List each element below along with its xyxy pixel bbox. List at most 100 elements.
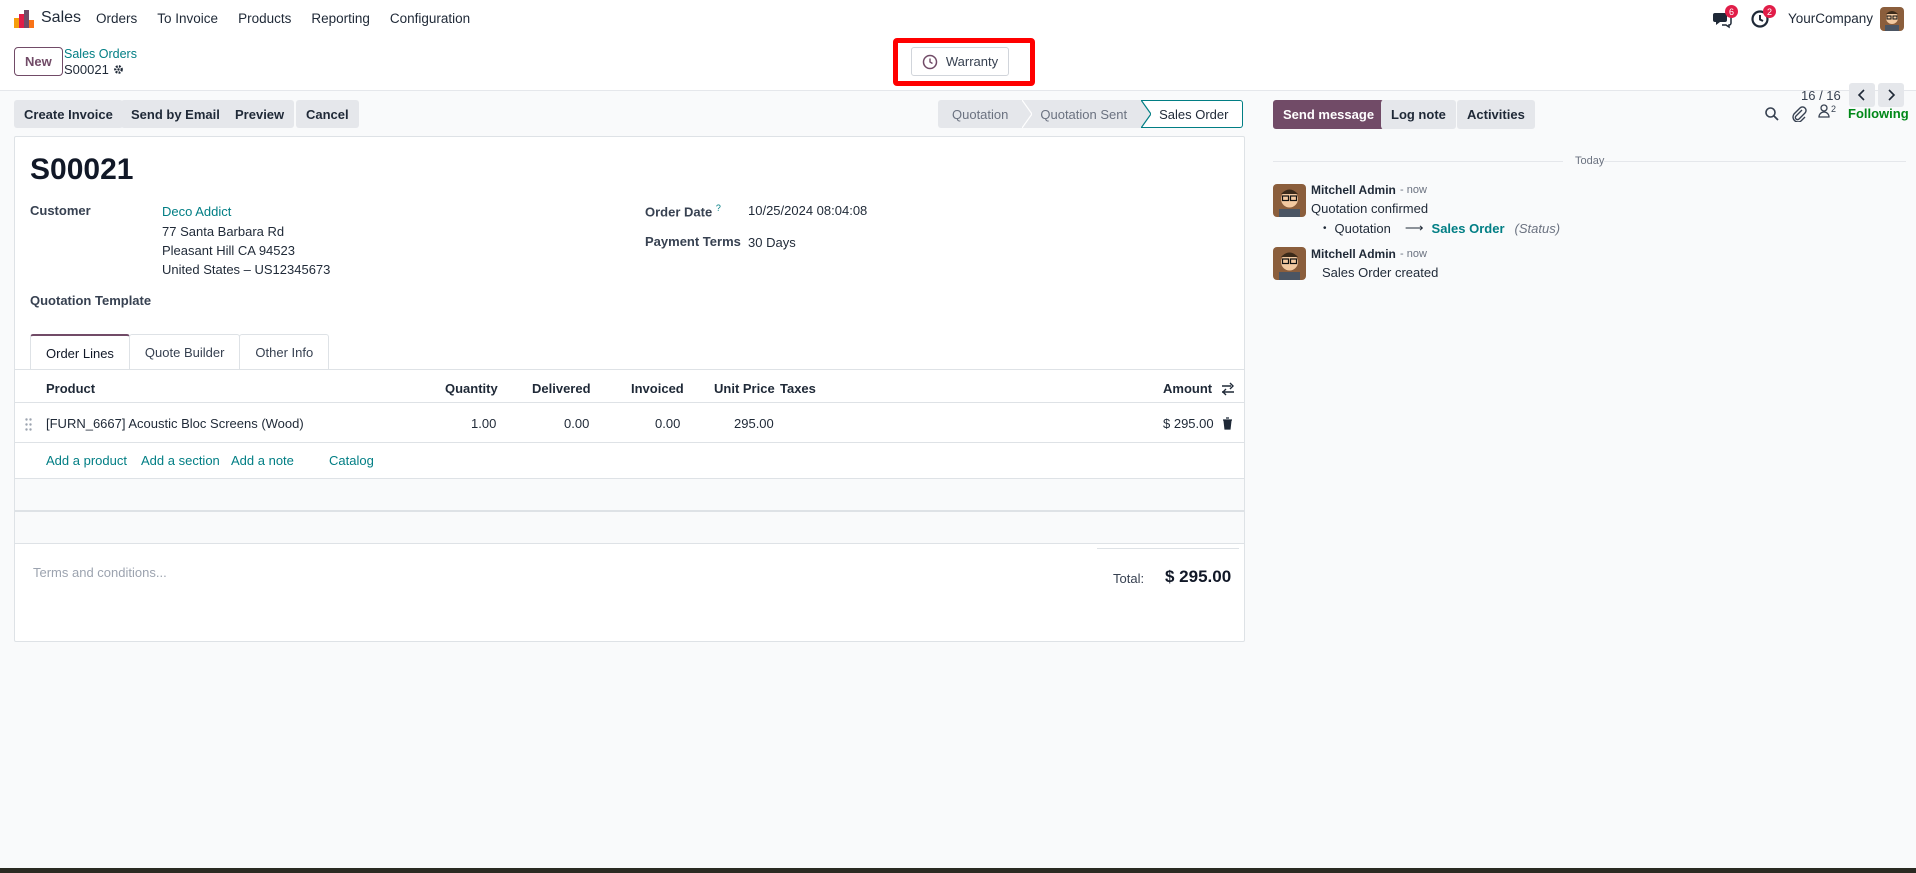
- menu-orders[interactable]: Orders: [96, 11, 137, 26]
- col-invoiced[interactable]: Invoiced: [631, 381, 684, 396]
- activities-badge: 2: [1763, 5, 1776, 18]
- status-quotation-sent-label: Quotation Sent: [1040, 106, 1128, 122]
- payment-terms-field[interactable]: 30 Days: [748, 235, 796, 250]
- log-note-button[interactable]: Log note: [1381, 100, 1456, 129]
- optional-columns-icon[interactable]: [1221, 382, 1235, 396]
- main-menu: Orders To Invoice Products Reporting Con…: [96, 11, 490, 26]
- chevron-left-icon: [1857, 89, 1865, 101]
- message-body: Quotation confirmed: [1311, 201, 1429, 216]
- avatar[interactable]: [1273, 184, 1306, 217]
- total-value: $ 295.00: [1165, 567, 1232, 586]
- order-date-help-icon[interactable]: ?: [716, 203, 721, 213]
- following-button[interactable]: Following: [1848, 106, 1909, 121]
- pager-previous-button[interactable]: [1849, 83, 1875, 107]
- line-product[interactable]: [FURN_6667] Acoustic Bloc Screens (Wood): [46, 416, 304, 431]
- followers-count: 2: [1831, 104, 1837, 114]
- breadcrumb-current: S00021: [64, 62, 124, 77]
- create-invoice-button[interactable]: Create Invoice: [14, 100, 123, 128]
- customer-address-line2: Pleasant Hill CA 94523: [162, 243, 295, 258]
- col-product[interactable]: Product: [46, 381, 95, 396]
- col-unit-price[interactable]: Unit Price: [714, 381, 775, 396]
- empty-row: [15, 478, 1244, 511]
- breadcrumb-sales-orders[interactable]: Sales Orders: [64, 47, 137, 61]
- line-delivered[interactable]: 0.00: [564, 416, 589, 431]
- order-date-label: Order Date ?: [645, 203, 721, 219]
- chevron-right-icon: [1888, 89, 1896, 101]
- menu-products[interactable]: Products: [238, 11, 291, 26]
- col-amount[interactable]: Amount: [1163, 381, 1212, 396]
- customer-address-line1: 77 Santa Barbara Rd: [162, 224, 285, 239]
- empty-row: [15, 511, 1244, 544]
- col-taxes[interactable]: Taxes: [780, 381, 816, 396]
- user-avatar[interactable]: [1880, 7, 1904, 31]
- customer-address-line3: United States – US12345673: [162, 262, 331, 277]
- status-quotation-sent[interactable]: Quotation Sent: [1022, 100, 1152, 128]
- activities-clock-icon[interactable]: 2: [1750, 5, 1776, 29]
- company-switcher[interactable]: YourCompany: [1788, 11, 1873, 26]
- app-name[interactable]: Sales: [41, 9, 81, 27]
- quotation-template-label: Quotation Template: [30, 293, 152, 308]
- tracking-old-value: Quotation: [1334, 220, 1391, 236]
- menu-configuration[interactable]: Configuration: [390, 11, 470, 26]
- trash-icon[interactable]: [1222, 417, 1233, 430]
- line-quantity[interactable]: 1.00: [471, 416, 496, 431]
- message-time: - now: [1400, 248, 1427, 260]
- menu-to-invoice[interactable]: To Invoice: [157, 11, 218, 26]
- tracking-field-name: (Status): [1514, 220, 1561, 236]
- tab-order-lines[interactable]: Order Lines: [30, 334, 130, 370]
- paperclip-icon[interactable]: [1791, 106, 1807, 122]
- activities-button[interactable]: Activities: [1457, 100, 1535, 129]
- top-navbar: Sales Orders To Invoice Products Reporti…: [0, 0, 1916, 37]
- add-section-link[interactable]: Add a section: [141, 453, 220, 468]
- line-invoiced[interactable]: 0.00: [655, 416, 680, 431]
- send-message-button[interactable]: Send message: [1273, 100, 1385, 129]
- menu-reporting[interactable]: Reporting: [311, 11, 370, 26]
- pager-next-button[interactable]: [1878, 83, 1904, 107]
- order-number-title: S00021: [30, 153, 134, 186]
- status-quotation[interactable]: Quotation: [938, 100, 1033, 128]
- add-note-link[interactable]: Add a note: [231, 453, 294, 468]
- terms-and-conditions-input[interactable]: Terms and conditions...: [33, 565, 167, 580]
- message-author[interactable]: Mitchell Admin: [1311, 183, 1396, 197]
- messages-badge: 6: [1725, 5, 1738, 18]
- notebook-tabs: Order Lines Quote Builder Other Info: [30, 334, 330, 370]
- col-quantity[interactable]: Quantity: [445, 381, 498, 396]
- total-label: Total:: [1113, 571, 1145, 586]
- status-sales-order-label: Sales Order: [1159, 106, 1229, 122]
- send-by-email-button[interactable]: Send by Email: [121, 100, 230, 128]
- search-icon[interactable]: [1764, 106, 1780, 122]
- preview-button[interactable]: Preview: [225, 100, 295, 128]
- status-quotation-label: Quotation: [952, 106, 1009, 122]
- line-unit-price[interactable]: 295.00: [734, 416, 774, 431]
- highlight-annotation: [893, 38, 1035, 86]
- cancel-button[interactable]: Cancel: [296, 100, 359, 128]
- customer-link[interactable]: Deco Addict: [162, 204, 231, 219]
- user-icon: [1818, 104, 1830, 118]
- status-bar: Quotation Quotation Sent Sales Order: [938, 100, 1244, 128]
- payment-terms-label: Payment Terms: [645, 234, 741, 249]
- catalog-link[interactable]: Catalog: [329, 453, 374, 468]
- followers-button[interactable]: 2: [1818, 104, 1836, 118]
- status-sales-order[interactable]: Sales Order: [1141, 100, 1244, 128]
- tracking-value: • Quotation ⟶ Sales Order (Status): [1323, 220, 1561, 236]
- gear-icon[interactable]: [113, 64, 124, 75]
- total-divider: [1097, 548, 1239, 549]
- message-author[interactable]: Mitchell Admin: [1311, 247, 1396, 261]
- col-delivered[interactable]: Delivered: [532, 381, 591, 396]
- avatar[interactable]: [1273, 247, 1306, 280]
- order-date-field[interactable]: 10/25/2024 08:04:08: [748, 203, 867, 218]
- tab-other-info[interactable]: Other Info: [239, 334, 330, 370]
- arrow-right-icon: ⟶: [1404, 220, 1424, 235]
- line-amount: $ 295.00: [1163, 416, 1214, 431]
- add-product-link[interactable]: Add a product: [46, 453, 127, 468]
- message-time: - now: [1400, 184, 1427, 196]
- new-button[interactable]: New: [14, 47, 63, 76]
- drag-handle-icon[interactable]: [25, 418, 32, 431]
- tab-quote-builder[interactable]: Quote Builder: [128, 334, 241, 370]
- pager-value[interactable]: 16 / 16: [1801, 88, 1841, 103]
- order-date-label-text: Order Date: [645, 204, 713, 220]
- date-separator: Today: [1575, 155, 1605, 167]
- messages-icon[interactable]: 6: [1712, 5, 1738, 29]
- sales-app-icon[interactable]: [14, 10, 34, 28]
- form-sheet: S00021 Customer Deco Addict 77 Santa Bar…: [14, 136, 1245, 642]
